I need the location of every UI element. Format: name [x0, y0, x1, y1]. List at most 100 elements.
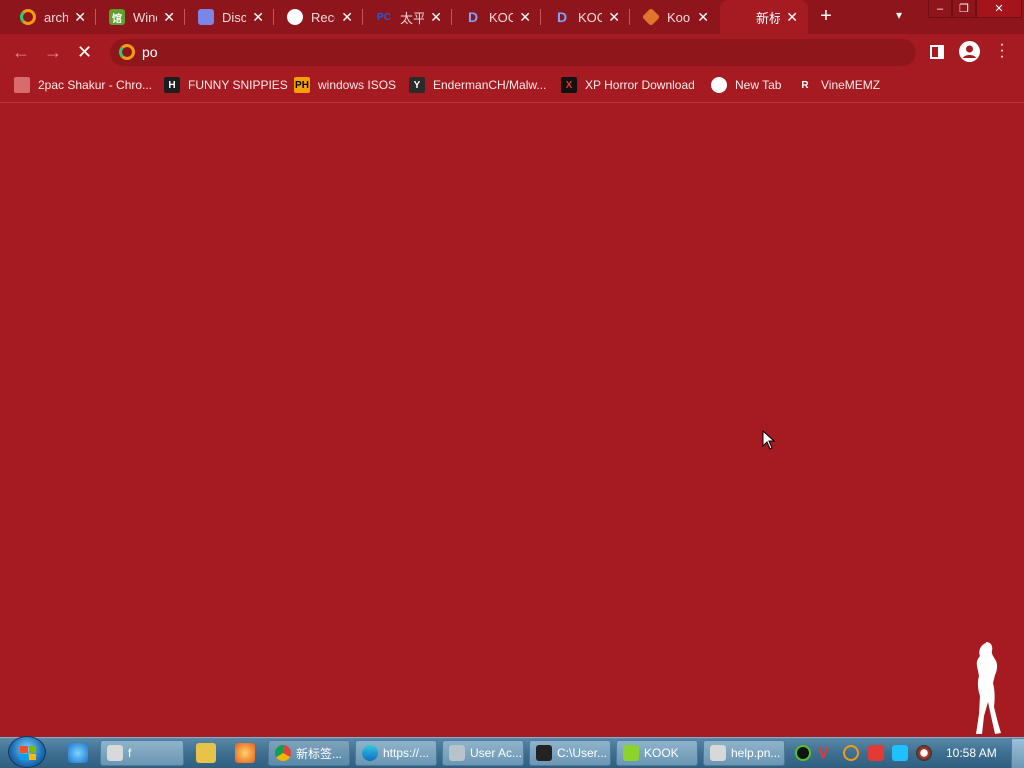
close-tab-icon[interactable]: ✕	[430, 10, 442, 24]
tab-separator	[540, 9, 541, 25]
tab-5[interactable]: D KOO ✕	[453, 0, 541, 34]
taskbar-item[interactable]: f	[100, 740, 184, 766]
user-accounts-icon	[449, 745, 465, 761]
forward-icon[interactable]: →	[44, 42, 62, 62]
volume-tray-icon[interactable]	[916, 745, 932, 761]
kook-tray-icon[interactable]	[795, 745, 811, 761]
close-tab-icon[interactable]: ✕	[341, 10, 353, 24]
mouse-cursor-icon	[762, 429, 776, 455]
show-desktop-button[interactable]	[1011, 739, 1024, 768]
tab-2[interactable]: Disc ✕	[186, 0, 274, 34]
close-tab-icon[interactable]: ✕	[74, 10, 86, 24]
tab-title: Rece	[311, 9, 335, 25]
taskbar-item-7zip[interactable]: C:\User...	[529, 740, 611, 766]
taskbar-item-label: f	[128, 746, 132, 760]
taskbar-clock[interactable]: 10:58 AM	[946, 746, 997, 760]
tab-search-icon[interactable]: ▾	[896, 8, 902, 22]
x-icon: X	[561, 77, 577, 93]
taskbar-item-label: User Ac...	[470, 746, 523, 760]
taskbar-item-label: 新标签...	[296, 746, 343, 761]
tab-title: Wind	[133, 9, 157, 25]
tab-strip: archi ✕ 馆 Wind ✕ Disc ✕ Rece ✕ PC 太平 ✕ D…	[0, 0, 1024, 34]
tab-title: archi	[44, 9, 68, 25]
kook-d-icon: D	[467, 9, 479, 25]
close-tab-icon[interactable]: ✕	[519, 10, 531, 24]
bookmark-item[interactable]: R VineMEMZ	[797, 76, 880, 94]
bookmark-item[interactable]: New Tab	[711, 76, 781, 94]
restore-button[interactable]: ❐	[952, 0, 976, 18]
new-tab-button[interactable]: +	[816, 6, 836, 27]
windows-logo-icon	[20, 746, 36, 760]
close-tab-icon[interactable]: ✕	[786, 10, 798, 24]
close-tab-icon[interactable]: ✕	[697, 10, 709, 24]
bookmark-item[interactable]: PH windows ISOS	[294, 76, 396, 94]
quick-launch-icon[interactable]	[235, 743, 255, 763]
taskbar-item-user-accounts[interactable]: User Ac...	[442, 740, 524, 766]
bookmark-item[interactable]: X XP Horror Download	[561, 76, 695, 94]
tab-title: KOO	[489, 9, 513, 25]
tab-6[interactable]: D KOO ✕	[542, 0, 630, 34]
close-tab-icon[interactable]: ✕	[163, 10, 175, 24]
bookmark-label: EndermanCH/Malw...	[433, 78, 547, 92]
display-tray-icon[interactable]	[892, 745, 908, 761]
opera-icon	[20, 9, 36, 25]
globe-icon	[287, 9, 303, 25]
bookmark-label: XP Horror Download	[585, 78, 695, 92]
page-content[interactable]	[0, 103, 1024, 737]
tab-separator	[629, 9, 630, 25]
bookmark-label: 2pac Shakur - Chro...	[38, 78, 153, 92]
tab-separator	[273, 9, 274, 25]
tab-separator	[184, 9, 185, 25]
cake-icon	[14, 77, 30, 93]
tab-title: Disc	[222, 9, 246, 25]
tab-separator	[451, 9, 452, 25]
close-tab-icon[interactable]: ✕	[608, 10, 620, 24]
kook-icon	[623, 745, 639, 761]
tab-active[interactable]: 新标 ✕	[720, 0, 808, 34]
tab-separator	[362, 9, 363, 25]
bookmark-label: windows ISOS	[318, 78, 397, 92]
address-bar[interactable]: po	[110, 39, 916, 66]
tab-1[interactable]: 馆 Wind ✕	[97, 0, 185, 34]
taskbar-item-chrome[interactable]: 新标签...	[268, 740, 350, 766]
tab-title: 新标	[756, 10, 780, 26]
media-player-icon[interactable]	[196, 743, 216, 763]
ph-icon: PH	[294, 77, 310, 93]
taskbar-item-label: https://...	[383, 746, 430, 760]
opera-icon	[119, 44, 135, 60]
stop-loading-icon[interactable]: ✕	[77, 42, 92, 62]
tab-4[interactable]: PC 太平 ✕	[364, 0, 452, 34]
back-icon[interactable]: ←	[12, 42, 30, 62]
taskbar-item-paint[interactable]: help.pn...	[703, 740, 785, 766]
profile-icon[interactable]	[959, 41, 980, 62]
search-tray-icon[interactable]	[843, 745, 859, 761]
pc-icon: PC	[377, 11, 391, 23]
tab-separator	[95, 9, 96, 25]
tab-0[interactable]: archi ✕	[8, 0, 96, 34]
internet-explorer-icon[interactable]	[68, 743, 88, 763]
tab-title: Kool	[667, 9, 691, 25]
start-button[interactable]	[8, 736, 46, 768]
tab-7[interactable]: Kool ✕	[631, 0, 719, 34]
v-tray-icon[interactable]: V	[818, 745, 834, 762]
minimize-button[interactable]: –	[928, 0, 952, 18]
bookmark-label: VineMEMZ	[821, 78, 881, 92]
close-tab-icon[interactable]: ✕	[252, 10, 264, 24]
7zip-icon	[536, 745, 552, 761]
tab-title: 太平	[400, 10, 424, 26]
bookmark-label: FUNNY SNIPPIES	[188, 78, 288, 92]
taskbar-item-kook[interactable]: KOOK	[616, 740, 698, 766]
side-panel-icon[interactable]	[930, 45, 944, 59]
taskbar-item-label: help.pn...	[731, 746, 781, 760]
bookmark-item[interactable]: 2pac Shakur - Chro...	[14, 76, 152, 94]
close-window-button[interactable]: ✕	[976, 0, 1022, 18]
bookmark-item[interactable]: H FUNNY SNIPPIES	[164, 76, 288, 94]
tab-3[interactable]: Rece ✕	[275, 0, 363, 34]
desktop-silhouette-figure	[966, 640, 1010, 741]
menu-icon[interactable]: · · ·	[998, 37, 1006, 65]
taskbar-item-edge[interactable]: https://...	[355, 740, 437, 766]
flag-tray-icon[interactable]	[868, 745, 884, 761]
loading-icon	[732, 9, 748, 25]
kook-d-icon: D	[556, 9, 568, 25]
bookmark-item[interactable]: Y EndermanCH/Malw...	[409, 76, 546, 94]
